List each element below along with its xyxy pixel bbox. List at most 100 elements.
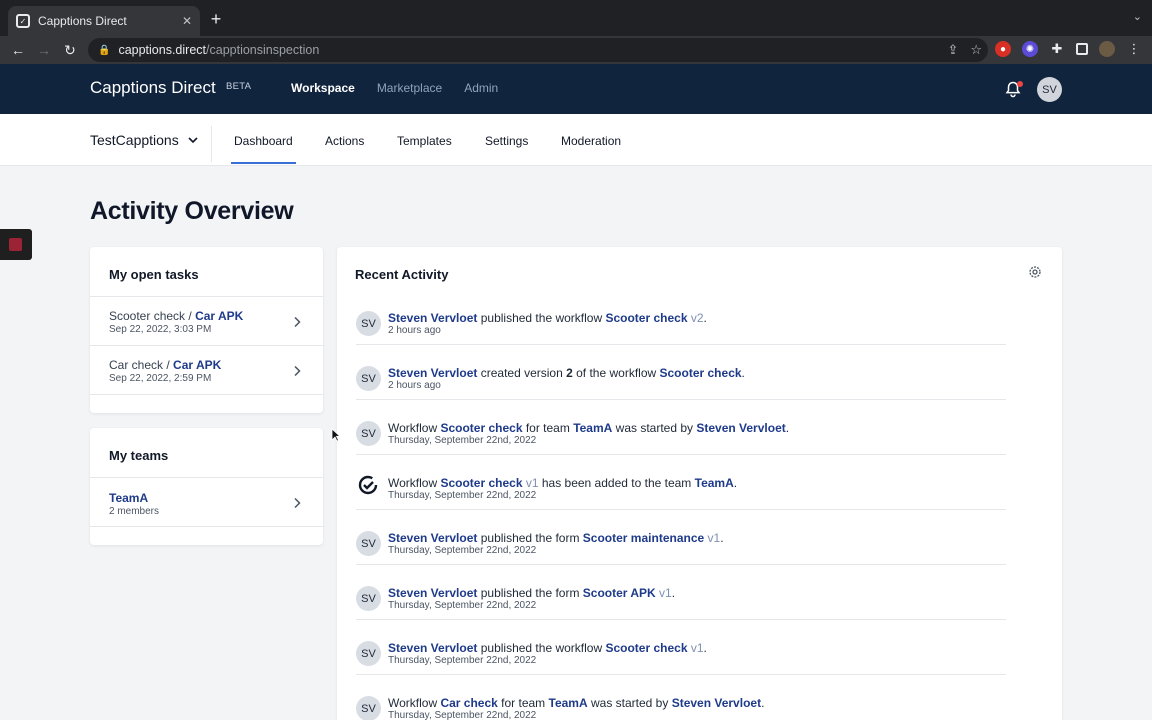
- activity-link[interactable]: TeamA: [549, 696, 588, 710]
- task-name: Car check: [109, 358, 164, 372]
- task-link[interactable]: Car APK: [173, 358, 221, 372]
- activity-link[interactable]: Steven Vervloet: [388, 641, 477, 655]
- tab-settings[interactable]: Settings: [485, 134, 528, 148]
- activity-version[interactable]: v1: [656, 586, 672, 600]
- sidebar-panel-icon[interactable]: [1076, 43, 1088, 55]
- page-title: Activity Overview: [90, 197, 294, 225]
- tab-search-chevron-icon[interactable]: ⌄: [1133, 10, 1142, 23]
- activity-link[interactable]: Scooter check: [605, 641, 687, 655]
- activity-text: Workflow Scooter check for team TeamA wa…: [388, 421, 789, 435]
- activity-link[interactable]: Scooter check: [660, 366, 742, 380]
- activity-avatar: SV: [356, 696, 381, 720]
- activity-link[interactable]: TeamA: [573, 421, 612, 435]
- activity-avatar: SV: [356, 531, 381, 556]
- activity-link[interactable]: Car check: [440, 696, 497, 710]
- side-record-button[interactable]: [0, 229, 32, 260]
- team-members: 2 members: [109, 506, 160, 517]
- team-link[interactable]: TeamA: [109, 491, 148, 505]
- task-date: Sep 22, 2022, 2:59 PM: [109, 373, 212, 384]
- activity-item: SV Steven Vervloet published the form Sco…: [337, 565, 1025, 620]
- activity-avatar: SV: [356, 366, 381, 391]
- activity-link[interactable]: TeamA: [695, 476, 734, 490]
- task-name: Scooter check: [109, 309, 186, 323]
- activity-link[interactable]: Scooter APK: [583, 586, 656, 600]
- activity-phrase: for team: [522, 421, 574, 435]
- team-row[interactable]: TeamA 2 members: [90, 477, 323, 526]
- activity-phrase: published the workflow: [477, 641, 606, 655]
- tab-templates[interactable]: Templates: [397, 134, 452, 148]
- profile-avatar-icon[interactable]: [1099, 41, 1115, 57]
- beta-badge: BETA: [226, 81, 252, 92]
- tab-actions[interactable]: Actions: [325, 134, 364, 148]
- activity-link[interactable]: Steven Vervloet: [388, 366, 477, 380]
- activity-time: 2 hours ago: [388, 325, 441, 336]
- workspace-selector[interactable]: TestCapptions: [90, 132, 179, 148]
- activity-version[interactable]: v1: [688, 641, 704, 655]
- back-arrow-icon[interactable]: ←: [8, 40, 28, 60]
- activity-phrase: published the workflow: [477, 311, 606, 325]
- activity-link[interactable]: Scooter check: [605, 311, 687, 325]
- address-bar[interactable]: 🔒 capptions.direct/capptionsinspection: [88, 38, 988, 62]
- user-avatar[interactable]: SV: [1037, 77, 1062, 102]
- activity-time: 2 hours ago: [388, 380, 441, 391]
- activity-version[interactable]: v1: [523, 476, 539, 490]
- app-header: Capptions Direct BETA Workspace Marketpl…: [0, 64, 1152, 114]
- browser-menu-icon[interactable]: ⋮: [1126, 41, 1142, 57]
- activity-phrase: .: [720, 531, 724, 545]
- browser-toolbar: ← → ↻ 🔒 capptions.direct/capptionsinspec…: [0, 36, 1152, 64]
- activity-link[interactable]: Steven Vervloet: [388, 531, 477, 545]
- new-tab-icon[interactable]: +: [206, 9, 226, 29]
- activity-phrase: was started by: [587, 696, 672, 710]
- chevron-right-icon[interactable]: [293, 365, 301, 377]
- chevron-right-icon[interactable]: [293, 316, 301, 328]
- task-row[interactable]: Scooter check / Car APK Sep 22, 2022, 3:…: [90, 296, 323, 345]
- activity-phrase: .: [741, 366, 745, 380]
- chevron-right-icon[interactable]: [293, 497, 301, 509]
- nav-marketplace[interactable]: Marketplace: [377, 81, 442, 95]
- activity-item: SV Workflow Scooter check for team TeamA …: [337, 400, 1025, 455]
- bookmark-star-icon[interactable]: ☆: [970, 42, 982, 58]
- nav-admin[interactable]: Admin: [464, 81, 498, 95]
- open-tasks-card: My open tasks Scooter check / Car APK Se…: [90, 247, 323, 413]
- activity-item: SV Workflow Car check for team TeamA was …: [337, 675, 1025, 720]
- extension-red-icon[interactable]: ●: [995, 41, 1011, 57]
- tab-dashboard[interactable]: Dashboard: [234, 134, 293, 148]
- activity-text: Workflow Car check for team TeamA was st…: [388, 696, 764, 710]
- activity-item: SV Steven Vervloet created version 2 of t…: [337, 345, 1025, 400]
- extension-purple-icon[interactable]: ✺: [1022, 41, 1038, 57]
- activity-link[interactable]: Steven Vervloet: [672, 696, 761, 710]
- activity-link[interactable]: Scooter check: [440, 476, 522, 490]
- brand-name[interactable]: Capptions Direct: [90, 78, 216, 98]
- activity-phrase: of the workflow: [572, 366, 660, 380]
- activity-time: Thursday, September 22nd, 2022: [388, 710, 537, 720]
- divider: [90, 526, 323, 527]
- activity-link[interactable]: Scooter maintenance: [583, 531, 704, 545]
- activity-link[interactable]: Steven Vervloet: [388, 311, 477, 325]
- reload-icon[interactable]: ↻: [60, 40, 80, 60]
- activity-phrase: created version: [477, 366, 567, 380]
- activity-link[interactable]: Steven Vervloet: [696, 421, 785, 435]
- activity-time: Thursday, September 22nd, 2022: [388, 490, 537, 501]
- subnav-divider: [211, 126, 212, 162]
- activity-version[interactable]: v1: [704, 531, 721, 545]
- chevron-down-icon[interactable]: [188, 136, 198, 144]
- tab-moderation[interactable]: Moderation: [561, 134, 621, 148]
- activity-phrase: was started by: [612, 421, 697, 435]
- activity-link[interactable]: Scooter check: [440, 421, 522, 435]
- forward-arrow-icon[interactable]: →: [34, 40, 54, 60]
- task-row[interactable]: Car check / Car APK Sep 22, 2022, 2:59 P…: [90, 345, 323, 394]
- activity-text: Steven Vervloet created version 2 of the…: [388, 366, 745, 380]
- activity-link[interactable]: Steven Vervloet: [388, 586, 477, 600]
- nav-workspace[interactable]: Workspace: [291, 81, 355, 95]
- url-path: /capptionsinspection: [206, 43, 320, 57]
- browser-tab-bar: ✓ Capptions Direct ✕ + ⌄: [0, 0, 1152, 36]
- close-tab-icon[interactable]: ✕: [182, 14, 192, 28]
- browser-tab[interactable]: ✓ Capptions Direct ✕: [8, 6, 200, 36]
- extensions-puzzle-icon[interactable]: ✚: [1049, 41, 1065, 57]
- task-link[interactable]: Car APK: [195, 309, 243, 323]
- settings-gear-icon[interactable]: [1028, 265, 1042, 279]
- activity-avatar: SV: [356, 641, 381, 666]
- activity-phrase: .: [703, 641, 707, 655]
- activity-version[interactable]: v2: [688, 311, 704, 325]
- share-icon[interactable]: ⇪: [947, 42, 958, 58]
